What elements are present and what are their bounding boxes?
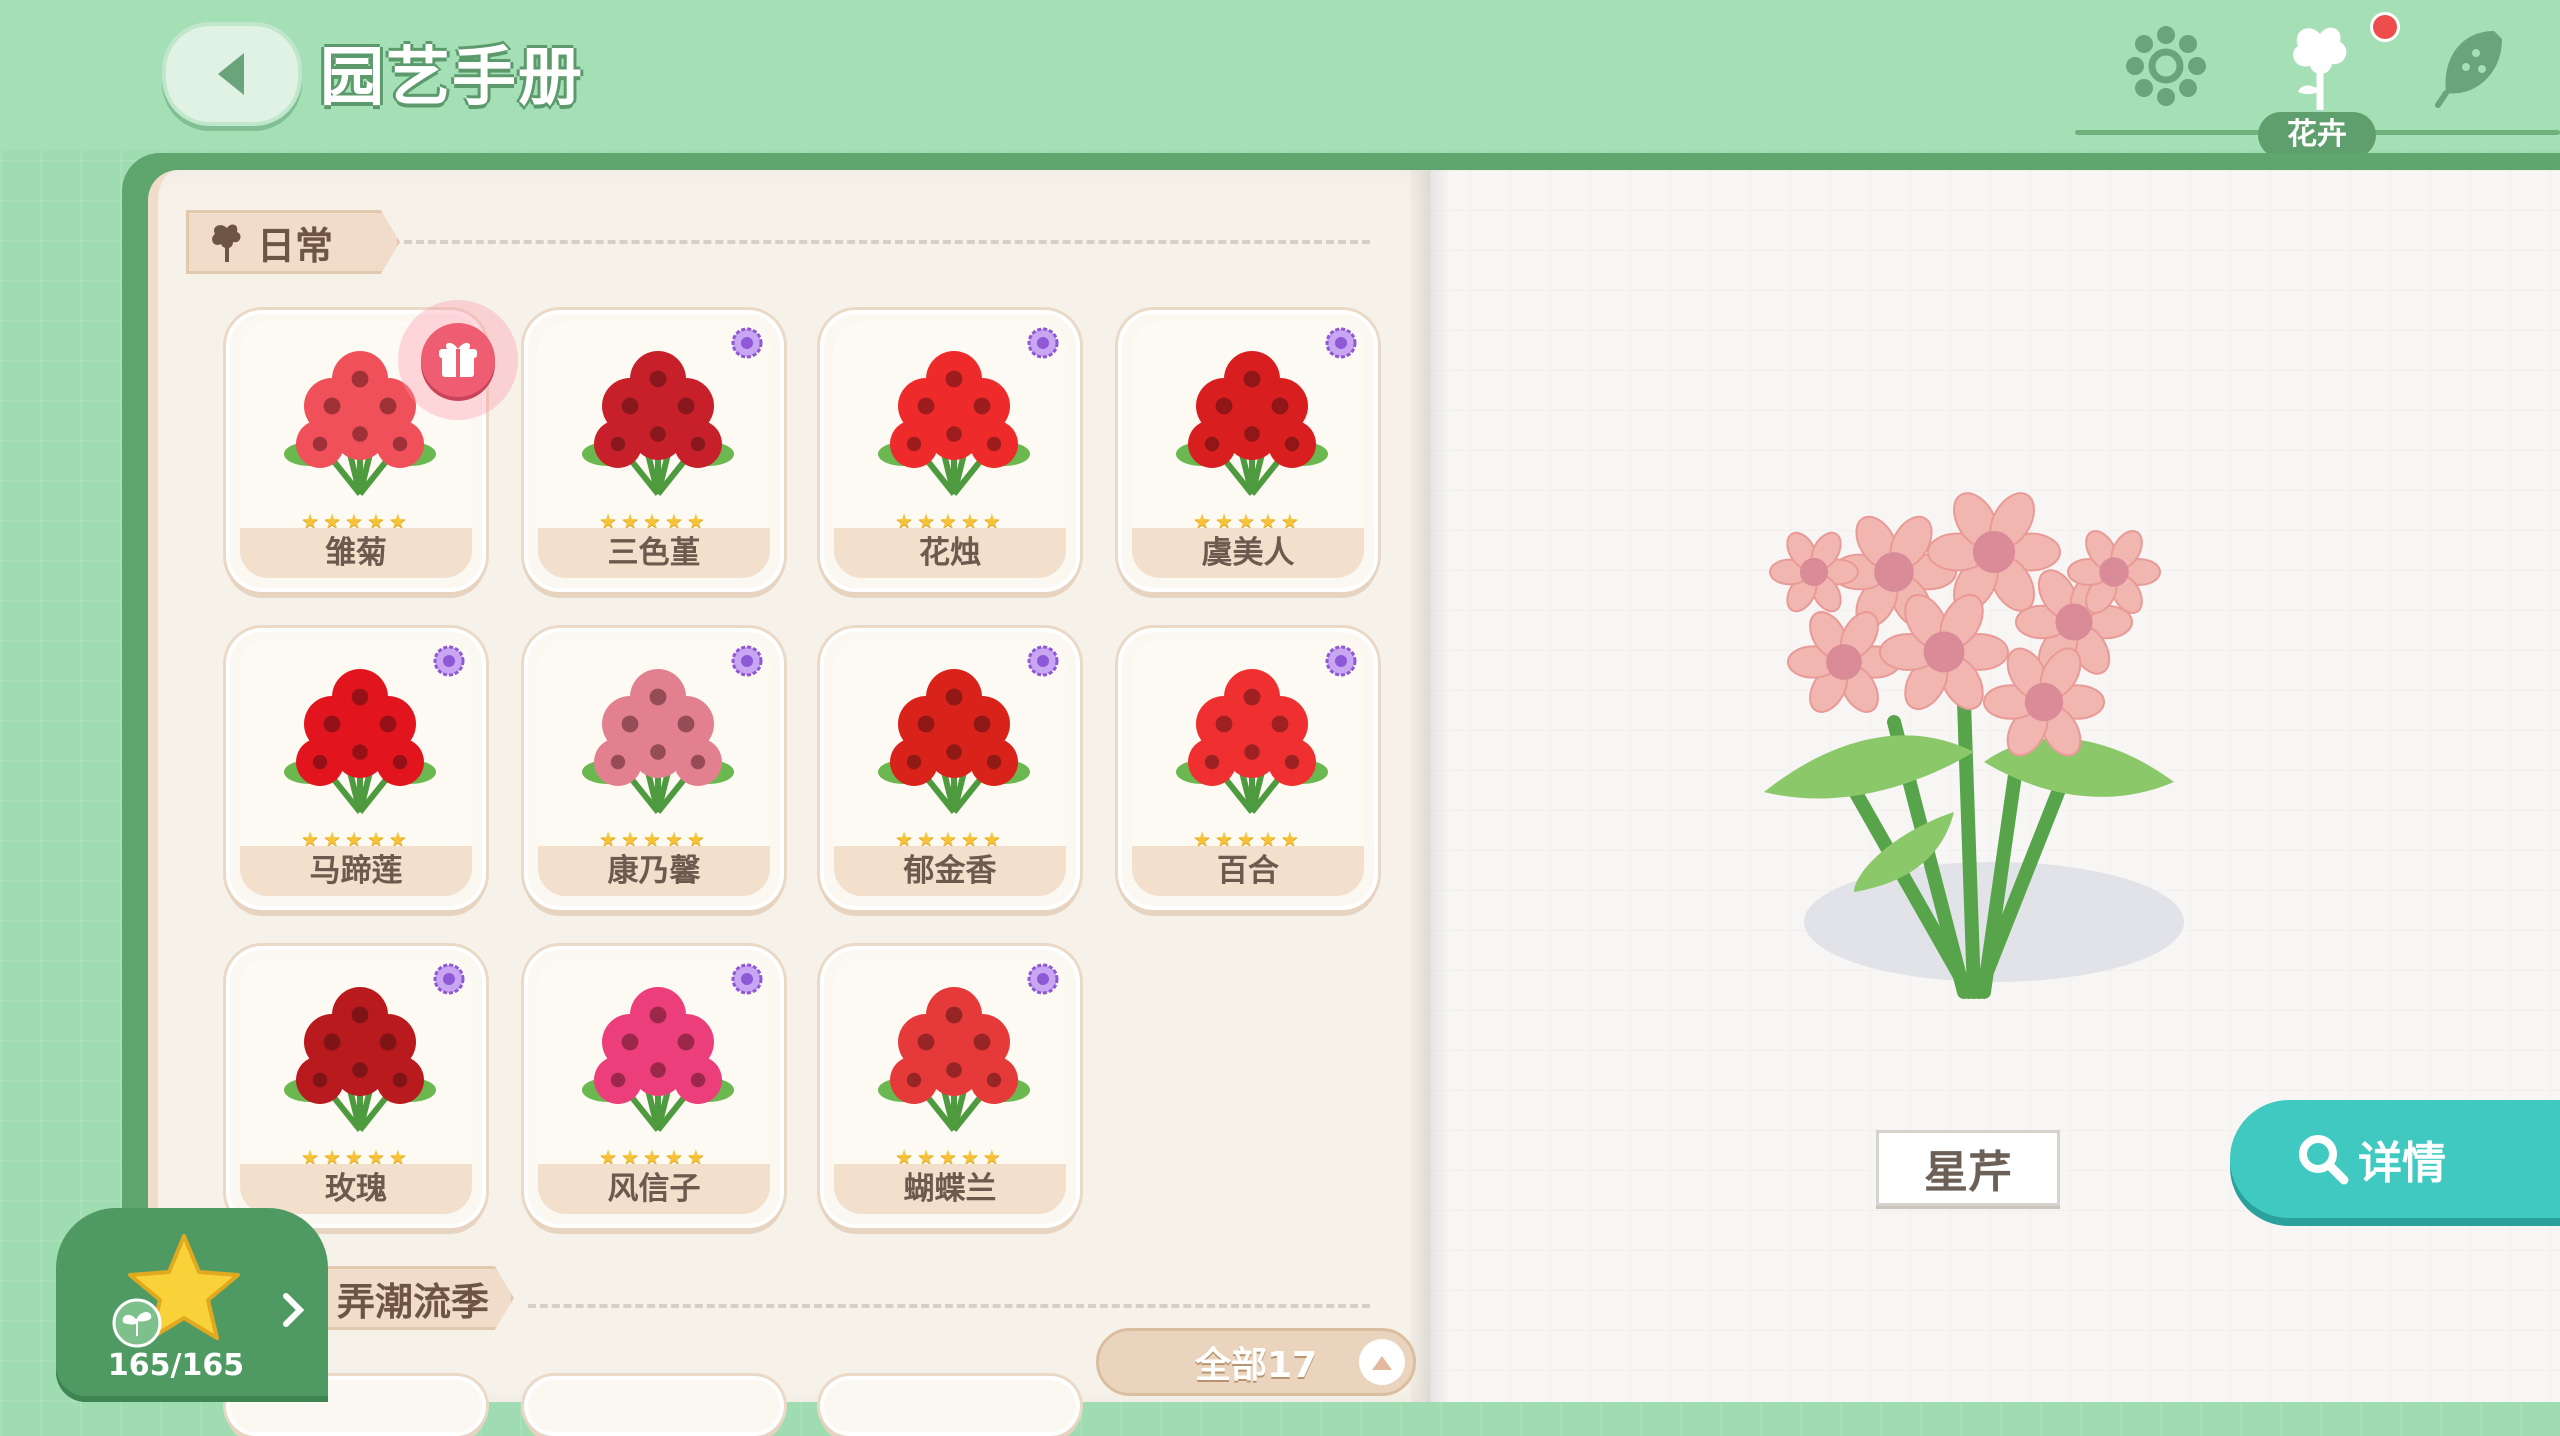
flower-bouquet-icon xyxy=(582,987,734,1132)
sprout-badge-icon xyxy=(112,1298,162,1348)
flower-bouquet-icon xyxy=(284,669,436,814)
selected-flower-model xyxy=(1764,492,2184,999)
flower-bouquet-icon xyxy=(1176,351,1328,496)
partial-card[interactable] xyxy=(524,1376,784,1436)
collection-progress-panel[interactable]: 165/165 xyxy=(56,1208,328,1402)
flower-tag-icon xyxy=(212,224,241,262)
section-divider-2 xyxy=(528,1304,1370,1308)
flower-bouquet-icon xyxy=(878,351,1030,496)
flower-bouquet-icon xyxy=(1176,669,1328,814)
filter-label: 全部17 xyxy=(1195,1345,1318,1386)
filter-dropdown[interactable]: 全部17 xyxy=(1096,1328,1416,1396)
gift-icon xyxy=(439,342,477,377)
magnifier-icon xyxy=(2299,1135,2349,1185)
flower-bouquet-icon xyxy=(284,987,436,1132)
flower-name: 三色堇 xyxy=(538,528,770,578)
flower-card[interactable]: ★★★★★ 百合 xyxy=(1118,628,1378,910)
flower-card[interactable]: ★★★★★ 风信子 xyxy=(524,946,784,1228)
flower-card[interactable]: ★★★★★ 虞美人 xyxy=(1118,310,1378,592)
back-arrow-icon xyxy=(218,53,244,95)
detail-button[interactable]: 详情 xyxy=(2230,1100,2560,1218)
section-tag-trend: 弄潮流季 xyxy=(300,1266,514,1330)
notification-dot xyxy=(2370,12,2400,42)
flower-name: 蝴蝶兰 xyxy=(834,1164,1066,1214)
rarity-badge-icon xyxy=(1027,963,1059,995)
flower-bouquet-icon xyxy=(582,351,734,496)
partial-card[interactable] xyxy=(820,1376,1080,1436)
book-spine xyxy=(1410,170,1450,1402)
collapse-arrow-icon[interactable] xyxy=(1359,1339,1405,1385)
flower-card[interactable]: ★★★★★ 蝴蝶兰 xyxy=(820,946,1080,1228)
flower-name: 玫瑰 xyxy=(240,1164,472,1214)
rarity-badge-icon xyxy=(433,645,465,677)
section-label-trend: 弄潮流季 xyxy=(337,1279,490,1324)
flower-card[interactable]: ★★★★★ 玫瑰 xyxy=(226,946,486,1228)
rarity-badge-icon xyxy=(1325,645,1357,677)
flower-name: 马蹄莲 xyxy=(240,846,472,896)
flower-name: 郁金香 xyxy=(834,846,1066,896)
detail-label: 详情 xyxy=(2358,1138,2446,1189)
flower-bouquet-icon xyxy=(878,987,1030,1132)
settings-flower-icon[interactable] xyxy=(2118,18,2214,114)
flower-name: 花烛 xyxy=(834,528,1066,578)
section-tag-daily: 日常 xyxy=(186,210,400,274)
flower-card[interactable]: ★★★★★ 马蹄莲 xyxy=(226,628,486,910)
rarity-badge-icon xyxy=(1027,327,1059,359)
gift-reward-button[interactable] xyxy=(398,300,518,420)
flower-name: 虞美人 xyxy=(1132,528,1364,578)
section-divider xyxy=(404,240,1370,244)
flower-bouquet-icon xyxy=(878,669,1030,814)
section-label-daily: 日常 xyxy=(257,223,334,268)
flower-name: 雏菊 xyxy=(240,528,472,578)
flower-name: 康乃馨 xyxy=(538,846,770,896)
flower-card[interactable]: ★★★★★ 花烛 xyxy=(820,310,1080,592)
seed-category-icon[interactable] xyxy=(2424,18,2520,114)
flower-name: 风信子 xyxy=(538,1164,770,1214)
chevron-right-icon[interactable] xyxy=(278,1290,308,1330)
flower-bouquet-icon xyxy=(582,669,734,814)
selected-flower-name: 星芹 xyxy=(1876,1130,2060,1206)
flower-name: 百合 xyxy=(1132,846,1364,896)
rarity-badge-icon xyxy=(1325,327,1357,359)
rarity-badge-icon xyxy=(731,327,763,359)
rarity-badge-icon xyxy=(1027,645,1059,677)
rarity-badge-icon xyxy=(433,963,465,995)
flower-category-icon[interactable] xyxy=(2272,18,2368,114)
tab-flowers[interactable]: 花卉 xyxy=(2258,112,2376,158)
flower-card[interactable]: ★★★★★ 康乃馨 xyxy=(524,628,784,910)
rarity-badge-icon xyxy=(731,645,763,677)
flower-card[interactable]: ★★★★★ 三色堇 xyxy=(524,310,784,592)
rarity-badge-icon xyxy=(731,963,763,995)
back-button[interactable] xyxy=(162,22,302,126)
page-title: 园艺手册 xyxy=(320,41,584,115)
flower-card[interactable]: ★★★★★ 郁金香 xyxy=(820,628,1080,910)
progress-count: 165/165 xyxy=(107,1348,245,1383)
